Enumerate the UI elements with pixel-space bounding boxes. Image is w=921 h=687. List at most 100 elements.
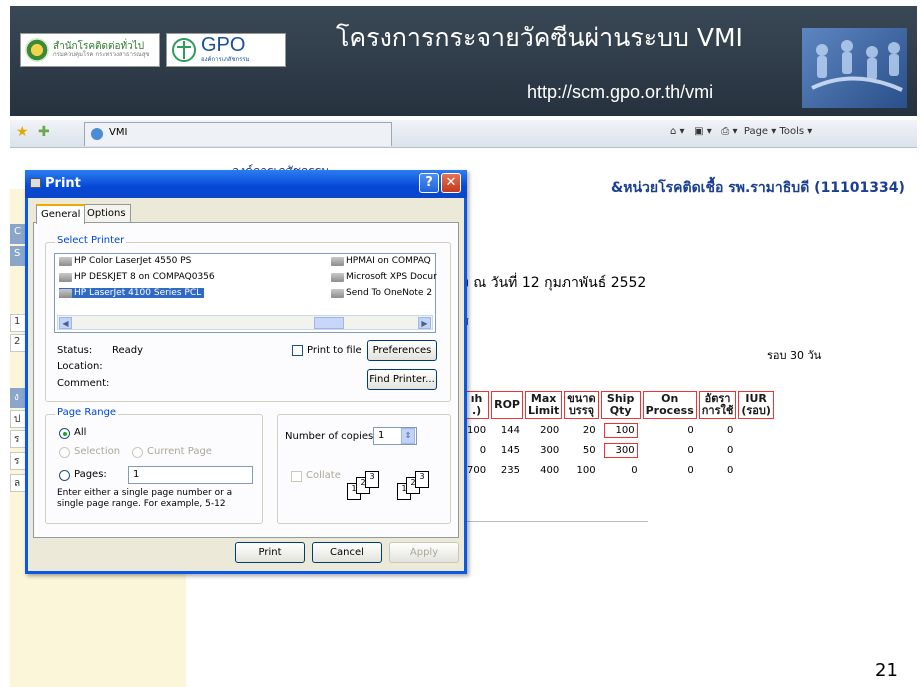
ie-page-icon: [91, 128, 103, 140]
table-cell: 0: [479, 444, 487, 456]
apply-button[interactable]: Apply: [389, 542, 459, 563]
left-label: S: [10, 246, 26, 266]
dialog-title: Print: [45, 176, 81, 191]
printer-icon: [331, 289, 344, 298]
printer-item[interactable]: HP DESKJET 8 on COMPAQ0356: [59, 272, 215, 282]
dialog-titlebar[interactable]: Print ? ✕: [25, 170, 467, 198]
browser-command-bar[interactable]: ⌂ ▾ ▣ ▾ ⎙ ▾ Page ▾ Tools ▾: [670, 126, 812, 137]
ship-qty-value[interactable]: 100: [603, 422, 638, 438]
home-icon[interactable]: ⌂ ▾: [670, 126, 685, 137]
help-button[interactable]: ?: [419, 173, 439, 193]
add-favorites-icon[interactable]: ✚: [38, 124, 50, 140]
browser-tab-label: VMI: [109, 127, 128, 138]
close-button[interactable]: ✕: [441, 173, 461, 193]
table-header: ıh .): [464, 391, 490, 419]
table-cell: 0: [726, 424, 734, 436]
selection-radio[interactable]: [59, 447, 70, 458]
table-cell: 0: [726, 464, 734, 476]
table-cell: 0: [687, 424, 694, 436]
hospital-name: &หน่วยโรคติดเชื้อ รพ.รามาธิบดี (11101334…: [611, 180, 905, 196]
print-button[interactable]: Print: [235, 542, 305, 563]
pages-radio[interactable]: [59, 470, 70, 481]
slide-number: 21: [875, 660, 898, 681]
table-cell: 50: [582, 444, 596, 456]
gpo-subtext: องค์การเภสัชกรรม: [201, 56, 250, 63]
table-cell: 0: [631, 464, 638, 476]
left-label: 2: [10, 334, 26, 352]
selection-label: Selection: [74, 446, 121, 457]
current-page-radio[interactable]: [132, 447, 143, 458]
page-tools-menu[interactable]: Page ▾ Tools ▾: [744, 126, 812, 137]
printer-icon: [30, 178, 41, 188]
ship-qty-input[interactable]: 300: [601, 441, 641, 459]
printer-item[interactable]: Microsoft XPS Docur: [331, 272, 437, 282]
table-row: 100 144 200 20 100 0 0: [464, 421, 774, 439]
browser-tab[interactable]: VMI: [84, 122, 392, 146]
people-silhouette-icon: [811, 40, 903, 92]
browser-toolbar: ★ ✚ VMI ⌂ ▾ ▣ ▾ ⎙ ▾ Page ▾ Tools ▾: [10, 120, 917, 148]
printer-list-scrollbar[interactable]: ◀ ▶: [57, 315, 433, 330]
collate-checkbox[interactable]: [291, 471, 302, 482]
favorites-star-icon[interactable]: ★: [16, 124, 29, 140]
table-row: 0 145 300 50 300 0 0: [464, 441, 774, 459]
left-label: 1: [10, 314, 26, 332]
table-cell: 200: [540, 424, 560, 436]
all-radio[interactable]: [59, 428, 70, 439]
print-to-file-label: Print to file: [307, 345, 362, 356]
table-cell: 700: [467, 464, 487, 476]
table-cell: 300: [540, 444, 560, 456]
printer-icon: [331, 273, 344, 282]
left-label: ง: [10, 388, 26, 408]
table-header: Max Limit: [524, 391, 563, 419]
all-label: All: [74, 427, 87, 438]
printer-item-selected[interactable]: HP LaserJet 4100 Series PCL: [59, 288, 205, 298]
printer-icon: [331, 257, 344, 266]
table-header: อัตรา การใช้: [698, 391, 737, 419]
gpo-emblem-icon: [172, 38, 196, 62]
current-page-label: Current Page: [147, 446, 212, 457]
ship-qty-input[interactable]: 100: [601, 421, 641, 439]
page-range-help: Enter either a single page number or a s…: [57, 488, 233, 509]
table-header: ขนาด บรรจุ: [564, 391, 599, 419]
table-cell: 100: [467, 424, 487, 436]
report-date: ง ณ วันที่ 12 กุมภาพันธ์ 2552: [462, 275, 647, 291]
printer-item[interactable]: Send To OneNote 2: [331, 288, 432, 298]
page-range-label: Page Range: [55, 407, 119, 418]
scroll-thumb[interactable]: [314, 317, 344, 329]
printer-icon: [59, 257, 72, 266]
gpo-logo: GPO องค์การเภสัชกรรม: [166, 33, 286, 67]
table-cell: [738, 421, 774, 439]
comment-label: Comment:: [57, 378, 110, 389]
table-cell: 0: [687, 464, 694, 476]
divider: [462, 521, 648, 522]
ship-qty-value[interactable]: 300: [603, 442, 638, 458]
table-cell: 235: [500, 464, 520, 476]
scroll-right-icon[interactable]: ▶: [418, 317, 431, 329]
table-cell: 144: [500, 424, 520, 436]
tab-options[interactable]: Options: [82, 204, 131, 223]
status-value: Ready: [112, 345, 144, 356]
feeds-icon[interactable]: ▣ ▾: [694, 126, 712, 137]
preferences-button[interactable]: Preferences: [367, 340, 437, 361]
cancel-button[interactable]: Cancel: [312, 542, 382, 563]
print-icon[interactable]: ⎙ ▾: [721, 126, 737, 137]
pages-input[interactable]: 1: [128, 466, 253, 484]
print-to-file-checkbox[interactable]: [292, 345, 303, 356]
pages-label: Pages:: [74, 469, 107, 480]
table-cell: 100: [576, 464, 596, 476]
tab-general[interactable]: General: [36, 204, 86, 224]
logo1-subtext: กรมควบคุมโรค กระทรวงสาธารณสุข: [53, 51, 150, 58]
scroll-left-icon[interactable]: ◀: [59, 317, 72, 329]
table-header: IUR (รอบ): [738, 391, 774, 419]
table-cell: 20: [582, 424, 596, 436]
table-header: ROP: [491, 391, 523, 419]
table-row: 700 235 400 100 0 0 0: [464, 461, 774, 479]
printer-item[interactable]: HP Color LaserJet 4550 PS: [59, 256, 191, 266]
printer-item[interactable]: HPMAI on COMPAQ: [331, 256, 431, 266]
printer-icon: [59, 289, 72, 298]
table-cell: 0: [687, 444, 694, 456]
table-cell: 400: [540, 464, 560, 476]
left-label: ร: [10, 430, 26, 448]
copies-spinner-icon[interactable]: ⇕: [401, 428, 415, 444]
find-printer-button[interactable]: Find Printer...: [367, 369, 437, 390]
